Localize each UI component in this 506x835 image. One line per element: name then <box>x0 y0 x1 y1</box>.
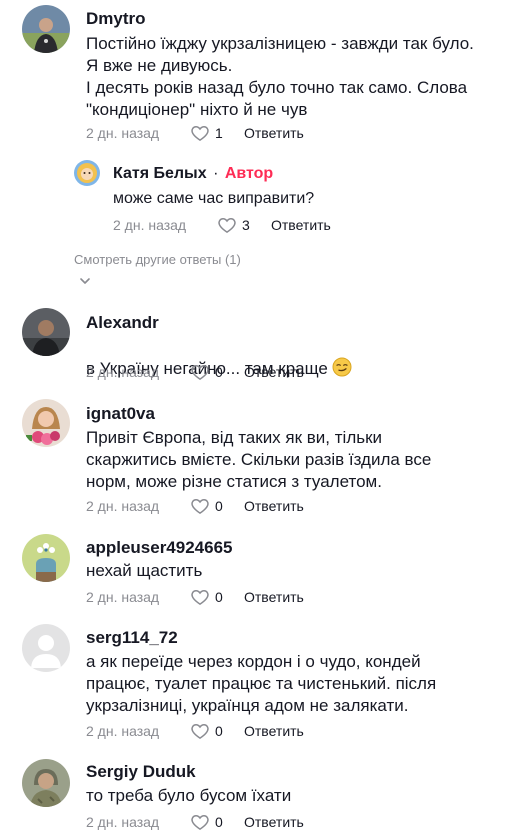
like-button[interactable]: 0 <box>190 721 244 741</box>
username[interactable]: Alexandr <box>86 312 159 334</box>
heart-icon <box>191 814 209 830</box>
reply-button[interactable]: Ответить <box>244 125 304 141</box>
heart-icon <box>191 589 209 605</box>
reply-username-row: Катя Белых · Автор <box>113 163 273 185</box>
reply-text: може саме час виправити? <box>113 190 315 207</box>
timestamp: 2 дн. назад <box>86 723 160 739</box>
comment-meta: 2 дн. назад 0 Ответить <box>86 494 304 518</box>
comment-text: а як переїде через кордон і о чудо, конд… <box>86 652 437 715</box>
default-avatar-image <box>22 624 70 672</box>
avatar[interactable] <box>22 308 70 356</box>
heart-icon <box>218 217 236 233</box>
username[interactable]: Катя Белых <box>113 165 207 182</box>
avatar[interactable] <box>22 5 70 53</box>
username[interactable]: Dmytro <box>86 8 146 30</box>
reply-meta: 2 дн. назад 3 Ответить <box>113 213 331 237</box>
like-button[interactable]: 3 <box>217 215 271 235</box>
reply-button[interactable]: Ответить <box>244 589 304 605</box>
like-count: 1 <box>215 125 223 141</box>
comment-meta: 2 дн. назад 0 Ответить <box>86 810 304 834</box>
like-count: 0 <box>215 723 223 739</box>
katya-avatar-image <box>74 160 100 186</box>
reply-button[interactable]: Ответить <box>244 498 304 514</box>
timestamp: 2 дн. назад <box>86 814 160 830</box>
username[interactable]: appleuser4924665 <box>86 537 233 559</box>
appleuser-avatar-image <box>22 534 70 582</box>
reply-button[interactable]: Ответить <box>244 364 304 380</box>
timestamp: 2 дн. назад <box>86 125 160 141</box>
timestamp: 2 дн. назад <box>86 364 160 380</box>
heart-icon <box>191 364 209 380</box>
username[interactable]: ignat0va <box>86 403 155 425</box>
timestamp: 2 дн. назад <box>86 589 160 605</box>
comment-text: Привіт Європа, від таких як ви, тільки с… <box>86 428 432 491</box>
dmytro-avatar-image <box>22 5 70 53</box>
like-count: 3 <box>242 217 250 233</box>
avatar[interactable] <box>74 160 100 186</box>
chevron-down-icon[interactable] <box>78 274 92 288</box>
avatar[interactable] <box>22 534 70 582</box>
heart-icon <box>191 125 209 141</box>
timestamp: 2 дн. назад <box>86 498 160 514</box>
reply-button[interactable]: Ответить <box>244 814 304 830</box>
like-count: 0 <box>215 498 223 514</box>
ignat0va-avatar-image <box>22 399 70 447</box>
comment-text: нехай щастить <box>86 561 203 580</box>
reply-button[interactable]: Ответить <box>271 217 331 233</box>
like-button[interactable]: 0 <box>190 362 244 382</box>
comment-text: Постійно їжджу укрзалізницею - завжди та… <box>86 34 474 119</box>
username[interactable]: Sergiy Duduk <box>86 761 196 783</box>
comment-text: то треба було бусом їхати <box>86 786 292 805</box>
like-button[interactable]: 0 <box>190 496 244 516</box>
smirk-emoji-icon <box>332 357 352 377</box>
avatar[interactable] <box>22 624 70 672</box>
comment-meta: 2 дн. назад 0 Ответить <box>86 360 304 384</box>
like-button[interactable]: 0 <box>190 812 244 832</box>
like-count: 0 <box>215 814 223 830</box>
avatar[interactable] <box>22 759 70 807</box>
reply-button[interactable]: Ответить <box>244 723 304 739</box>
comment-meta: 2 дн. назад 0 Ответить <box>86 585 304 609</box>
like-button[interactable]: 1 <box>190 123 244 143</box>
like-count: 0 <box>215 364 223 380</box>
avatar[interactable] <box>22 399 70 447</box>
more-replies-link[interactable]: Смотреть другие ответы (1) <box>74 252 241 267</box>
author-badge: Автор <box>224 165 274 182</box>
username[interactable]: serg114_72 <box>86 627 178 649</box>
like-count: 0 <box>215 589 223 605</box>
like-button[interactable]: 0 <box>190 587 244 607</box>
sergiy-avatar-image <box>22 759 70 807</box>
timestamp: 2 дн. назад <box>113 217 187 233</box>
separator: · <box>213 165 219 182</box>
comment-meta: 2 дн. назад 0 Ответить <box>86 719 304 743</box>
comment-meta: 2 дн. назад 1 Ответить <box>86 121 304 145</box>
alexandr-avatar-image <box>22 308 70 356</box>
heart-icon <box>191 498 209 514</box>
heart-icon <box>191 723 209 739</box>
